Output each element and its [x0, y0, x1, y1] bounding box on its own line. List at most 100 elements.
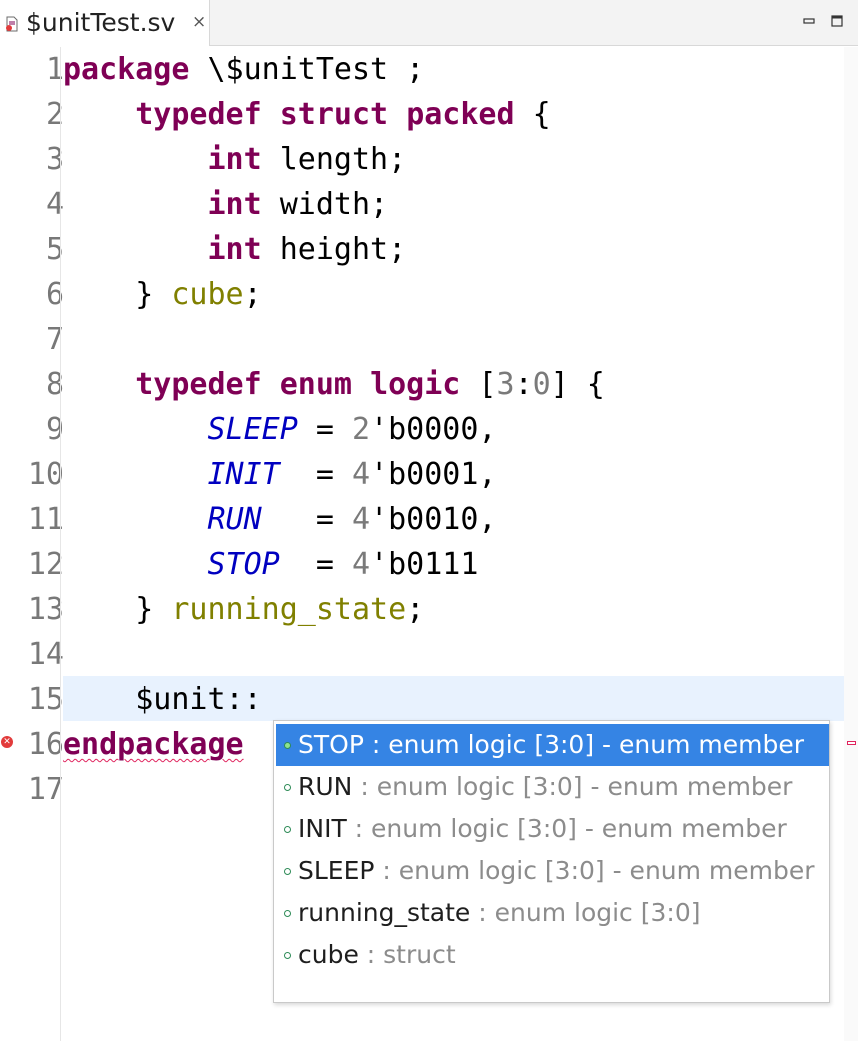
line-number: 7 — [45, 322, 64, 357]
proposal-item[interactable]: STOP : enum logic [3:0] - enum member — [276, 724, 829, 766]
code-text: 'b0001, — [370, 457, 497, 492]
line-number: 17 — [27, 772, 64, 807]
code-text: = — [279, 547, 352, 582]
line-number: 2 — [45, 97, 64, 132]
enum-member-icon — [284, 868, 291, 875]
enum-member: INIT — [207, 457, 280, 492]
line-number: 10 — [27, 457, 64, 492]
code-line-6[interactable]: } cube; — [63, 272, 262, 317]
code-line-10[interactable]: INIT = 4'b0001, — [63, 452, 497, 497]
code-text: } — [135, 592, 172, 627]
keyword: package — [63, 52, 190, 87]
code-text: 'b0000, — [370, 412, 497, 447]
code-line-8[interactable]: typedef enum logic [3:0] { — [63, 362, 605, 407]
proposal-detail: : enum logic [3:0] - enum member — [352, 772, 793, 801]
line-number: 15 — [27, 682, 64, 717]
code-text: = — [297, 412, 352, 447]
code-line-16[interactable]: endpackage — [63, 722, 244, 767]
sv-file-error-icon — [6, 16, 18, 32]
keyword: typedef — [135, 97, 262, 132]
number-literal: 2 — [352, 412, 371, 447]
editor-tab-bar: $unitTest.sv × — [0, 0, 858, 46]
line-number: 16 — [27, 727, 64, 762]
number-literal: 0 — [532, 367, 551, 402]
code-line-4[interactable]: int width; — [63, 182, 389, 227]
code-line-9[interactable]: SLEEP = 2'b0000, — [63, 407, 497, 452]
code-line-3[interactable]: int length; — [63, 137, 407, 182]
keyword: packed — [406, 97, 515, 132]
overview-ruler[interactable] — [844, 47, 858, 1041]
proposal-detail: : enum logic [3:0] - enum member — [374, 856, 815, 885]
line-number: 3 — [45, 142, 64, 177]
maximize-icon[interactable] — [830, 14, 844, 28]
code-text: length; — [261, 142, 407, 177]
code-text: ] { — [550, 367, 605, 402]
annotation-ruler — [0, 47, 14, 1041]
line-number: 13 — [27, 592, 64, 627]
line-number: 1 — [45, 52, 64, 87]
error-icon[interactable]: ✕ — [1, 736, 13, 748]
proposal-item[interactable]: cube : struct — [276, 934, 829, 976]
line-number-gutter: 1 2 3 4 5 6 7 8 9 10 11 12 13 14 15 16 1… — [14, 47, 64, 1041]
enum-member: STOP — [207, 547, 280, 582]
line-number: 12 — [27, 547, 64, 582]
code-text: ; — [406, 592, 425, 627]
code-line-5[interactable]: int height; — [63, 227, 407, 272]
keyword: int — [207, 142, 262, 177]
code-text: width; — [261, 187, 389, 222]
number-literal: 4 — [352, 502, 371, 537]
line-number: 14 — [27, 637, 64, 672]
overview-error-marker[interactable] — [847, 741, 856, 745]
proposal-item[interactable]: running_state : enum logic [3:0] — [276, 892, 829, 934]
code-text: $unit:: — [135, 682, 262, 717]
number-literal: 4 — [352, 457, 371, 492]
type-name: running_state — [171, 592, 407, 627]
proposal-name: STOP — [298, 730, 364, 759]
code-text: \$unitTest ; — [189, 52, 425, 87]
line-number: 6 — [45, 277, 64, 312]
enum-member: SLEEP — [207, 412, 298, 447]
code-line-2[interactable]: typedef struct packed { — [63, 92, 551, 137]
code-line-1[interactable]: package \$unitTest ; — [63, 47, 424, 92]
proposal-name: RUN — [298, 772, 353, 801]
content-assist-popup[interactable]: STOP : enum logic [3:0] - enum member RU… — [273, 720, 830, 1003]
tab-close-button[interactable]: × — [192, 12, 206, 32]
proposal-item[interactable]: INIT : enum logic [3:0] - enum member — [276, 808, 829, 850]
editor-tab[interactable]: $unitTest.sv × — [0, 0, 210, 46]
keyword-with-error: endpackage — [63, 727, 244, 762]
proposal-item[interactable]: SLEEP : enum logic [3:0] - enum member — [276, 850, 829, 892]
line-number: 5 — [45, 232, 64, 267]
type-icon — [284, 910, 291, 917]
code-line-11[interactable]: RUN = 4'b0010, — [63, 497, 497, 542]
proposal-item[interactable]: RUN : enum logic [3:0] - enum member — [276, 766, 829, 808]
code-text: 'b0111 — [370, 547, 479, 582]
keyword: struct — [279, 97, 389, 132]
code-text: : — [514, 367, 533, 402]
number-literal: 3 — [496, 367, 515, 402]
code-text: ; — [243, 277, 262, 312]
enum-member-icon — [284, 742, 291, 749]
tab-title: $unitTest.sv — [26, 8, 176, 37]
code-text: 'b0010, — [370, 502, 497, 537]
line-number: 11 — [27, 502, 64, 537]
type-name: cube — [171, 277, 244, 312]
code-text: { — [514, 97, 551, 132]
type-icon — [284, 952, 291, 959]
proposal-name: SLEEP — [298, 856, 375, 885]
keyword: logic — [370, 367, 461, 402]
line-number: 8 — [45, 367, 64, 402]
enum-member-icon — [284, 826, 291, 833]
code-line-13[interactable]: } running_state; — [63, 587, 424, 632]
minimize-icon[interactable] — [802, 14, 816, 28]
code-line-12[interactable]: STOP = 4'b0111 — [63, 542, 479, 587]
code-text: } — [135, 277, 172, 312]
code-line-15[interactable]: $unit:: — [63, 677, 262, 722]
line-number: 4 — [45, 187, 64, 222]
gutter-divider — [60, 47, 61, 1041]
